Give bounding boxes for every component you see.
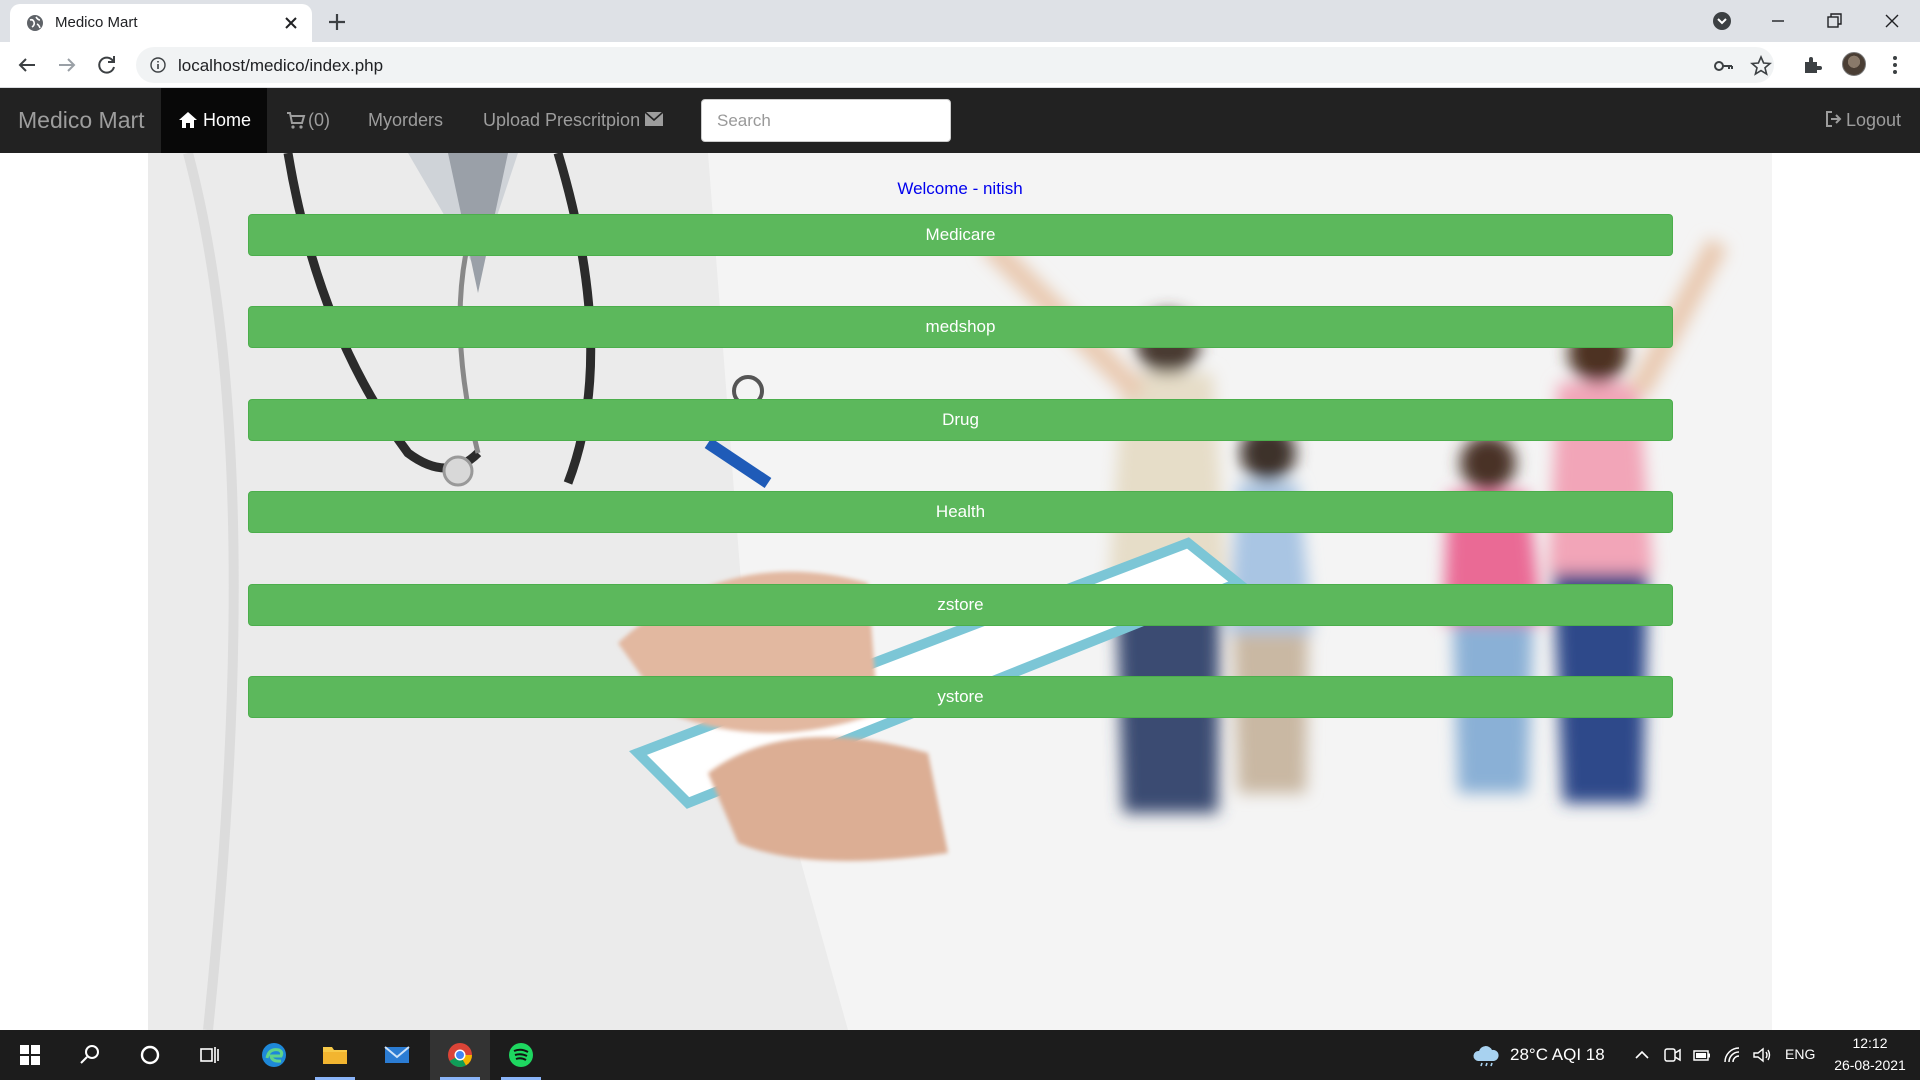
chevron-up-icon[interactable] bbox=[1632, 1045, 1652, 1065]
battery-icon[interactable] bbox=[1692, 1045, 1712, 1065]
close-tab-icon[interactable] bbox=[280, 12, 302, 34]
edge-icon bbox=[262, 1043, 286, 1067]
mail-icon bbox=[384, 1046, 410, 1063]
globe-icon bbox=[27, 15, 43, 31]
language-indicator[interactable]: ENG bbox=[1785, 1046, 1815, 1062]
nav-logout[interactable]: Logout bbox=[1824, 88, 1914, 153]
taskbar-chrome[interactable] bbox=[430, 1030, 490, 1080]
close-window-icon[interactable] bbox=[1877, 6, 1907, 36]
forward-icon[interactable] bbox=[52, 50, 82, 80]
upload-label: Upload Prescritpion bbox=[483, 110, 641, 130]
store-button-ystore[interactable]: ystore bbox=[248, 676, 1673, 718]
spotify-icon bbox=[509, 1043, 533, 1067]
site-navbar: Medico Mart Home (0) Myorders Upload Pre… bbox=[0, 88, 1920, 153]
windows-logo-icon bbox=[20, 1045, 40, 1065]
cortana-button[interactable] bbox=[120, 1030, 180, 1080]
taskbar-file-explorer[interactable] bbox=[305, 1030, 365, 1080]
site-info-icon[interactable] bbox=[150, 57, 166, 73]
cart-icon bbox=[287, 112, 306, 129]
volume-icon[interactable] bbox=[1752, 1045, 1772, 1065]
taskbar-mail[interactable] bbox=[367, 1030, 427, 1080]
store-button-medicare[interactable]: Medicare bbox=[248, 214, 1673, 256]
welcome-message[interactable]: Welcome - nitish bbox=[0, 179, 1920, 199]
store-button-medshop[interactable]: medshop bbox=[248, 306, 1673, 348]
browser-toolbar: localhost/medico/index.php bbox=[0, 42, 1920, 88]
profile-avatar[interactable] bbox=[1842, 52, 1866, 76]
restore-icon[interactable] bbox=[1819, 6, 1849, 36]
cortana-circle-icon bbox=[140, 1045, 160, 1065]
taskbar-search-button[interactable] bbox=[60, 1030, 120, 1080]
start-button[interactable] bbox=[0, 1030, 60, 1080]
browser-tab[interactable]: Medico Mart bbox=[10, 4, 312, 42]
clock-time[interactable]: 12:12 bbox=[1838, 1035, 1902, 1051]
home-icon bbox=[179, 112, 197, 128]
reload-icon[interactable] bbox=[92, 50, 122, 80]
nav-upload-prescription[interactable]: Upload Prescritpion bbox=[483, 88, 668, 153]
windows-taskbar: 28°C AQI 18 ENG 12:12 26-08-2021 bbox=[0, 1030, 1920, 1080]
store-button-health[interactable]: Health bbox=[248, 491, 1673, 533]
url-text: localhost/medico/index.php bbox=[178, 56, 384, 75]
nav-myorders[interactable]: Myorders bbox=[368, 110, 443, 131]
store-button-drug[interactable]: Drug bbox=[248, 399, 1673, 441]
cart-count: (0) bbox=[308, 110, 330, 130]
taskbar-spotify[interactable] bbox=[491, 1030, 551, 1080]
weather-cloud-icon[interactable] bbox=[1472, 1043, 1500, 1067]
meet-now-icon[interactable] bbox=[1662, 1045, 1682, 1065]
search-icon bbox=[80, 1045, 99, 1064]
task-view-icon bbox=[200, 1047, 219, 1063]
browser-tabstrip: Medico Mart bbox=[0, 0, 1920, 42]
site-brand[interactable]: Medico Mart bbox=[18, 107, 145, 134]
clock-date[interactable]: 26-08-2021 bbox=[1826, 1057, 1914, 1073]
tab-search-icon[interactable] bbox=[1707, 6, 1737, 36]
weather-text[interactable]: 28°C AQI 18 bbox=[1510, 1045, 1605, 1065]
store-button-zstore[interactable]: zstore bbox=[248, 584, 1673, 626]
menu-dots-icon[interactable] bbox=[1880, 50, 1910, 80]
nav-home-label: Home bbox=[203, 110, 252, 130]
nav-home[interactable]: Home bbox=[161, 88, 267, 153]
new-tab-icon[interactable] bbox=[324, 9, 350, 35]
main-content: Welcome - nitish Medicare medshop Drug H… bbox=[0, 153, 1920, 1030]
bookmark-star-icon[interactable] bbox=[1750, 55, 1772, 77]
logout-label: Logout bbox=[1846, 110, 1902, 130]
envelope-icon bbox=[644, 111, 664, 126]
nav-cart[interactable]: (0) bbox=[286, 88, 336, 153]
logout-icon bbox=[1826, 111, 1842, 127]
back-icon[interactable] bbox=[12, 50, 42, 80]
minimize-icon[interactable] bbox=[1763, 6, 1793, 36]
folder-icon bbox=[323, 1047, 347, 1064]
wifi-icon[interactable] bbox=[1722, 1045, 1742, 1065]
taskbar-edge[interactable] bbox=[244, 1030, 304, 1080]
search-input[interactable] bbox=[701, 99, 951, 142]
task-view-button[interactable] bbox=[180, 1030, 240, 1080]
tab-title: Medico Mart bbox=[55, 14, 138, 31]
key-icon[interactable] bbox=[1712, 55, 1734, 77]
address-bar[interactable]: localhost/medico/index.php bbox=[136, 47, 1774, 83]
extensions-icon[interactable] bbox=[1797, 50, 1827, 80]
chrome-icon bbox=[448, 1043, 472, 1068]
